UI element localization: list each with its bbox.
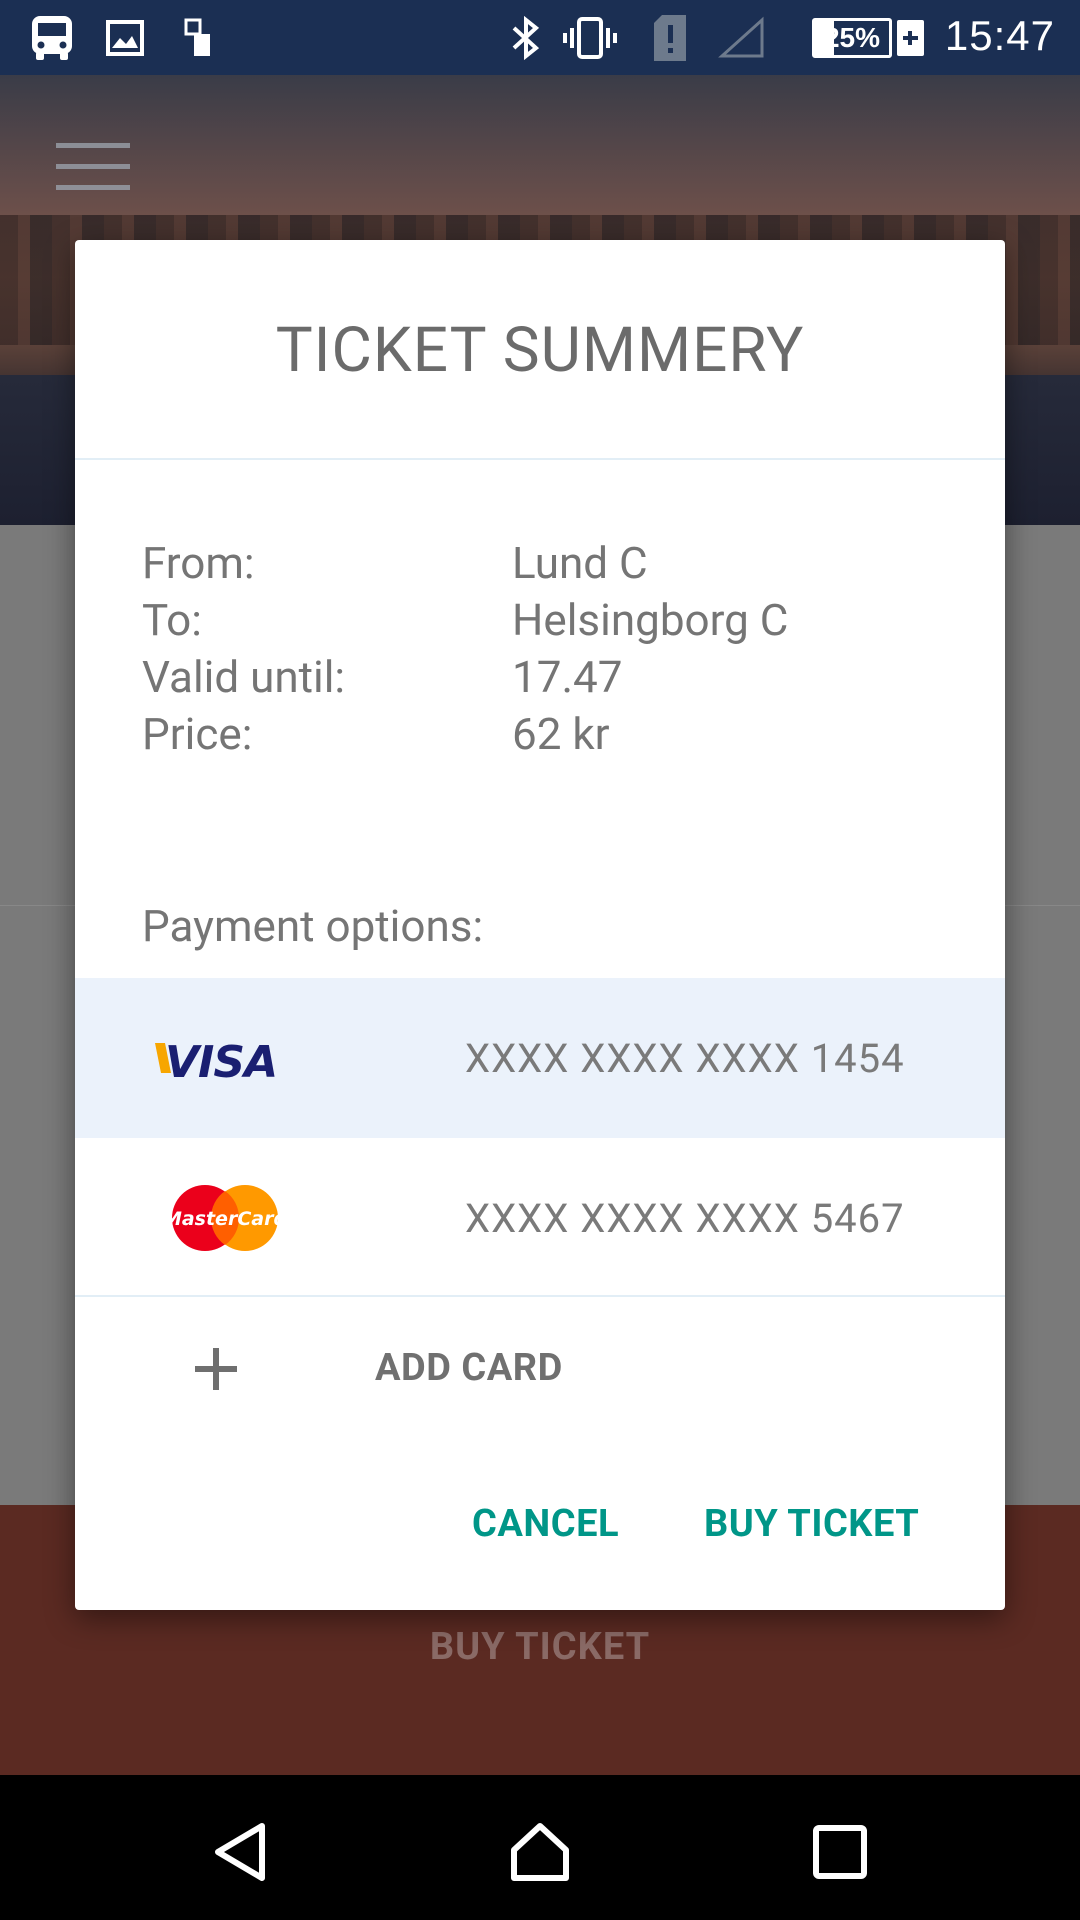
- detail-row-valid-until: Valid until: 17.47: [142, 649, 942, 706]
- dialog-title: TICKET SUMMERY: [275, 313, 805, 387]
- signal-icon: [718, 0, 766, 75]
- detail-value: 17.47: [512, 651, 623, 703]
- card-number: XXXX XXXX XXXX 5467: [465, 1194, 905, 1242]
- detail-label: Price:: [142, 708, 253, 760]
- image-icon: [106, 0, 144, 75]
- bluetooth-icon: [510, 0, 542, 75]
- title-divider: [75, 458, 1005, 460]
- home-icon[interactable]: [505, 1817, 575, 1887]
- detail-label: From:: [142, 537, 255, 589]
- sim-swap-icon: [184, 0, 214, 75]
- charging-plus-icon: [897, 20, 924, 56]
- bus-icon: [30, 0, 74, 75]
- sim-alert-icon: [652, 0, 688, 75]
- cards-divider: [75, 1295, 1005, 1297]
- clock: 15:47: [944, 12, 1055, 59]
- add-card-label: ADD CARD: [375, 1346, 563, 1390]
- visa-logo-text: VISA: [165, 1037, 277, 1083]
- detail-value: Helsingborg C: [512, 594, 789, 646]
- add-card-button[interactable]: ADD CARD: [75, 1298, 1005, 1448]
- card-number: XXXX XXXX XXXX 1454: [465, 1034, 905, 1082]
- detail-row-to: To: Helsingborg C: [142, 592, 942, 649]
- background-buy-ticket-button[interactable]: BUY TICKET: [0, 1625, 1080, 1669]
- battery-percent: 25%: [823, 22, 881, 53]
- payment-option-mastercard[interactable]: MasterCard XXXX XXXX XXXX 5467: [75, 1138, 1005, 1298]
- payment-options-heading: Payment options:: [142, 900, 484, 952]
- battery-icon: 25%: [812, 18, 892, 58]
- hamburger-menu-icon[interactable]: [56, 143, 130, 193]
- navigation-bar: [0, 1775, 1080, 1920]
- plus-icon: [195, 1348, 237, 1390]
- detail-value: 62 kr: [512, 708, 610, 760]
- ticket-summary-dialog: TICKET SUMMERY From: Lund C To: Helsingb…: [75, 240, 1005, 1610]
- status-bar: 25% 15:47: [0, 0, 1080, 75]
- back-icon[interactable]: [205, 1817, 275, 1887]
- detail-label: Valid until:: [142, 651, 346, 703]
- buy-ticket-button[interactable]: BUY TICKET: [704, 1502, 919, 1546]
- mastercard-logo-text: MasterCard: [167, 1208, 283, 1230]
- vibrate-icon: [562, 0, 618, 75]
- visa-logo-icon: VISA: [150, 1018, 300, 1098]
- recents-icon[interactable]: [805, 1817, 875, 1887]
- mastercard-logo-icon: MasterCard: [150, 1178, 300, 1258]
- detail-row-from: From: Lund C: [142, 535, 942, 592]
- detail-value: Lund C: [512, 537, 648, 589]
- cancel-button[interactable]: CANCEL: [472, 1502, 619, 1546]
- detail-label: To:: [142, 594, 202, 646]
- detail-row-price: Price: 62 kr: [142, 706, 942, 763]
- payment-option-visa[interactable]: VISA XXXX XXXX XXXX 1454: [75, 978, 1005, 1138]
- ticket-details: From: Lund C To: Helsingborg C Valid unt…: [142, 535, 942, 763]
